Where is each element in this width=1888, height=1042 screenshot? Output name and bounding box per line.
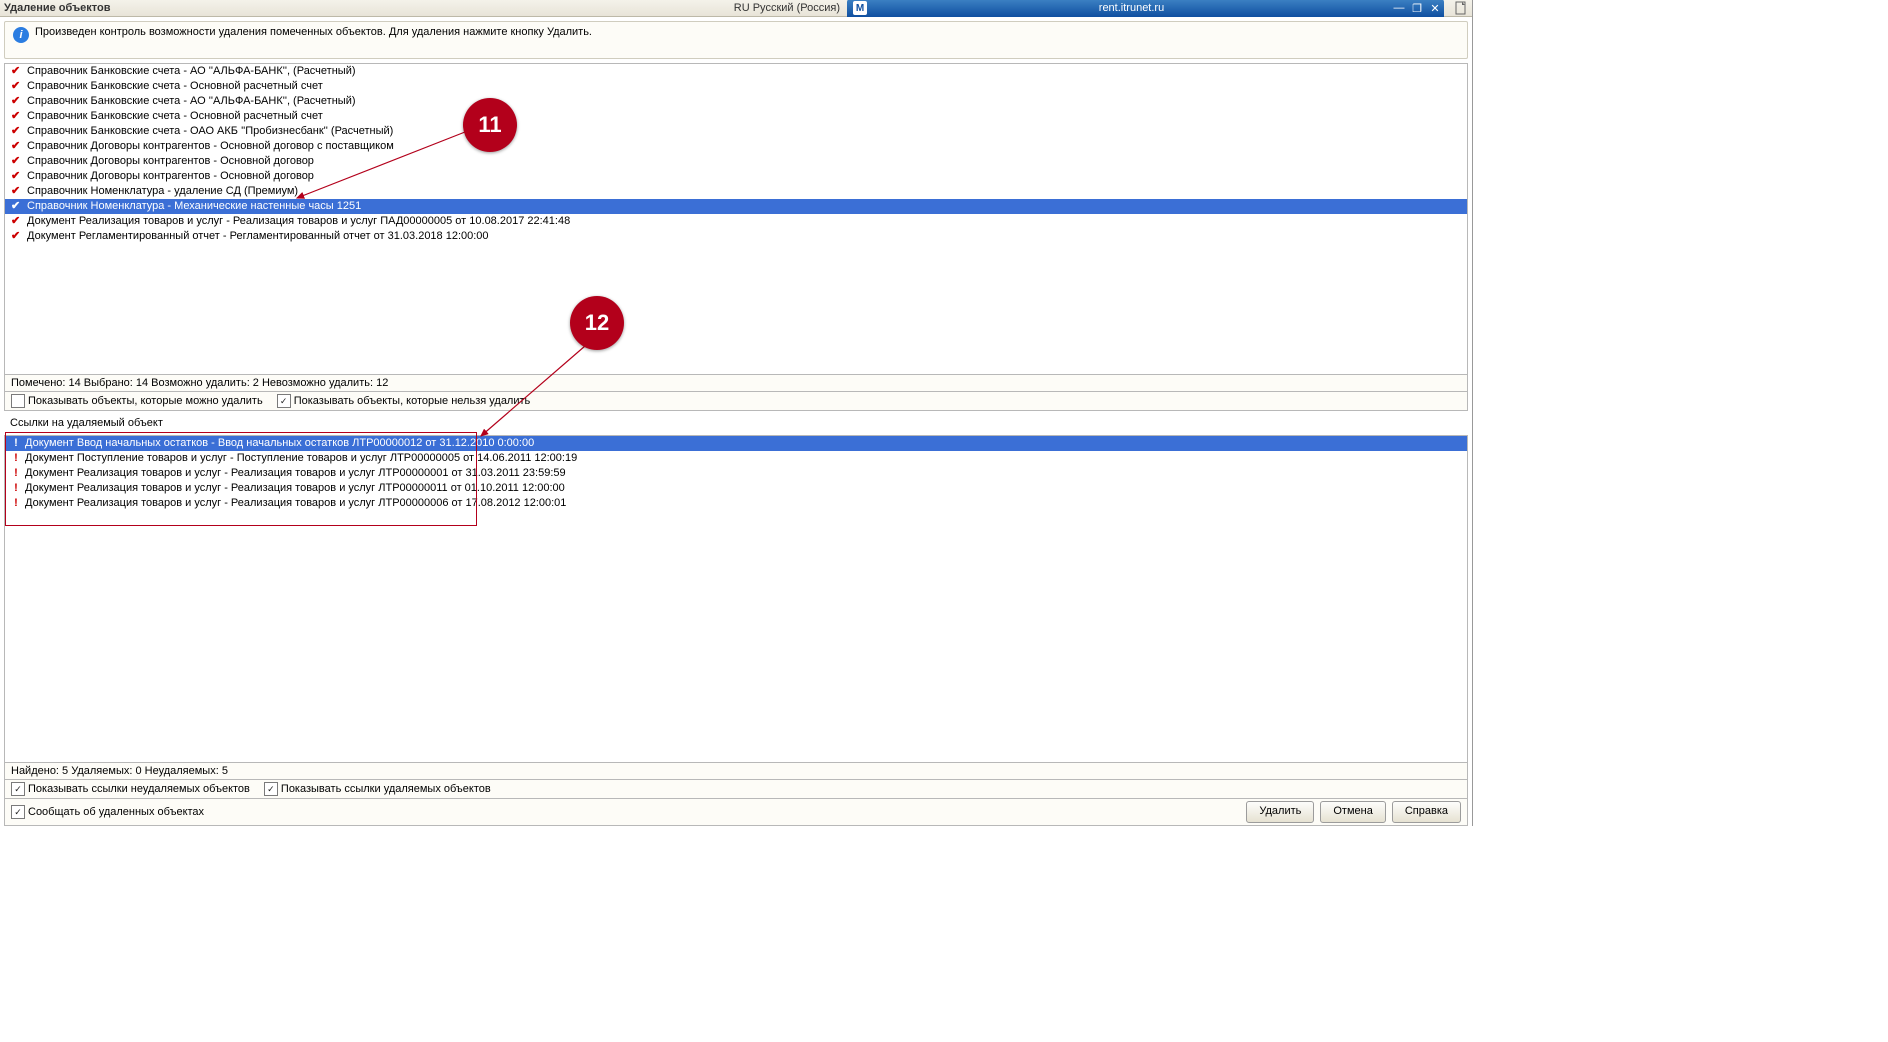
list-item-label: Справочник Номенклатура - Механические н… [27,199,361,214]
info-text: Произведен контроль возможности удаления… [35,26,592,39]
list-item-label: Документ Поступление товаров и услуг - П… [25,451,577,466]
check-icon: ✔ [11,64,23,79]
list-item-label: Справочник Банковские счета - Основной р… [27,79,323,94]
notify-deleted-label: Сообщать об удаленных объектах [28,806,204,818]
list-item[interactable]: ✔ Документ Регламентированный отчет - Рег… [5,229,1467,244]
list-item[interactable]: ✔ Справочник Банковские счета - АО ''АЛЬФ… [5,64,1467,79]
list-item[interactable]: ✔ Справочник Договоры контрагентов - Осно… [5,154,1467,169]
check-icon: ✔ [11,154,23,169]
list-item[interactable]: ✔ Справочник Банковские счета - Основной … [5,79,1467,94]
list-item-label: Справочник Банковские счета - АО ''АЛЬФА… [27,94,356,109]
list-item[interactable]: ✔ Справочник Договоры контрагентов - Осно… [5,169,1467,184]
check-icon: ✔ [11,139,23,154]
refs-list[interactable]: ! Документ Ввод начальных остатков - Ввод… [5,436,1467,762]
show-deletable-refs-checkbox[interactable]: ✓ [264,782,278,796]
close-icon[interactable]: ✕ [1426,1,1444,15]
annotation-badge-12: 12 [570,296,624,350]
list-item-label: Справочник Договоры контрагентов - Основ… [27,139,394,154]
window: М rent.itrunet.ru — ❐ ✕ Удаление объекто… [0,0,1473,826]
list-item[interactable]: ✔ Справочник Номенклатура - Механические … [5,199,1467,214]
refs-panel: ! Документ Ввод начальных остатков - Ввод… [4,435,1468,763]
objects-panel: ✔ Справочник Банковские счета - АО ''АЛЬФ… [4,63,1468,375]
show-nondeletable-checkbox[interactable]: ✓ [277,394,291,408]
list-item[interactable]: ! Документ Реализация товаров и услуг - Р… [5,481,1467,496]
warning-icon: ! [11,466,21,481]
info-icon: i [13,27,29,43]
list-item-label: Документ Реализация товаров и услуг - Ре… [27,214,570,229]
document-icon[interactable] [1454,1,1468,15]
show-deletable-refs-label: Показывать ссылки удаляемых объектов [281,783,491,795]
help-button[interactable]: Справка [1392,801,1461,823]
check-icon: ✔ [11,169,23,184]
refs-stat-line: Найдено: 5 Удаляемых: 0 Неудаляемых: 5 [4,763,1468,780]
list-item[interactable]: ! Документ Ввод начальных остатков - Ввод… [5,436,1467,451]
objects-filter-row: Показывать объекты, которые можно удалит… [4,392,1468,411]
list-item[interactable]: ✔ Справочник Банковские счета - Основной … [5,109,1467,124]
list-item-label: Документ Реализация товаров и услуг - Ре… [25,466,566,481]
window-title: Удаление объектов [4,2,111,14]
check-icon: ✔ [11,214,23,229]
check-icon: ✔ [11,109,23,124]
objects-stat-line: Помечено: 14 Выбрано: 14 Возможно удалит… [4,375,1468,392]
list-item[interactable]: ! Документ Реализация товаров и услуг - Р… [5,466,1467,481]
browser-tab: М rent.itrunet.ru — ❐ ✕ [847,0,1444,17]
show-nondeletable-refs-label: Показывать ссылки неудаляемых объектов [28,783,250,795]
list-item-label: Справочник Банковские счета - ОАО АКБ ''… [27,124,393,139]
list-item-label: Справочник Банковские счета - АО ''АЛЬФА… [27,64,356,79]
annotation-badge-11: 11 [463,98,517,152]
show-deletable-label: Показывать объекты, которые можно удалит… [28,395,263,407]
notify-row: ✓ Сообщать об удаленных объектах Удалить… [4,799,1468,826]
list-item-label: Документ Регламентированный отчет - Регл… [27,229,489,244]
refs-filter-row: ✓ Показывать ссылки неудаляемых объектов… [4,780,1468,799]
list-item-label: Документ Ввод начальных остатков - Ввод … [25,436,534,451]
check-icon: ✔ [11,94,23,109]
check-icon: ✔ [11,124,23,139]
notify-deleted-checkbox[interactable]: ✓ [11,805,25,819]
list-item[interactable]: ✔ Документ Реализация товаров и услуг - Р… [5,214,1467,229]
app-icon: М [853,1,867,15]
show-nondeletable-refs-checkbox[interactable]: ✓ [11,782,25,796]
warning-icon: ! [11,436,21,451]
list-item[interactable]: ✔ Справочник Банковские счета - АО ''АЛЬФ… [5,94,1467,109]
tab-url: rent.itrunet.ru [873,2,1390,14]
info-bar: i Произведен контроль возможности удален… [4,21,1468,59]
list-item[interactable]: ✔ Справочник Номенклатура - удаление СД (… [5,184,1467,199]
list-item-label: Документ Реализация товаров и услуг - Ре… [25,496,566,511]
list-item[interactable]: ! Документ Поступление товаров и услуг - … [5,451,1467,466]
list-item-label: Документ Реализация товаров и услуг - Ре… [25,481,565,496]
list-item-label: Справочник Номенклатура - удаление СД (П… [27,184,298,199]
objects-list[interactable]: ✔ Справочник Банковские счета - АО ''АЛЬФ… [5,64,1467,374]
list-item[interactable]: ! Документ Реализация товаров и услуг - Р… [5,496,1467,511]
check-icon: ✔ [11,79,23,94]
list-item[interactable]: ✔ Справочник Банковские счета - ОАО АКБ '… [5,124,1467,139]
warning-icon: ! [11,451,21,466]
check-icon: ✔ [11,184,23,199]
list-item-label: Справочник Договоры контрагентов - Основ… [27,154,314,169]
list-item-label: Справочник Договоры контрагентов - Основ… [27,169,314,184]
restore-icon[interactable]: ❐ [1408,1,1426,15]
list-item[interactable]: ✔ Справочник Договоры контрагентов - Осно… [5,139,1467,154]
warning-icon: ! [11,496,21,511]
show-nondeletable-label: Показывать объекты, которые нельзя удали… [294,395,531,407]
list-item-label: Справочник Банковские счета - Основной р… [27,109,323,124]
delete-button[interactable]: Удалить [1246,801,1314,823]
warning-icon: ! [11,481,21,496]
language-indicator: RU Русский (Россия) [734,0,840,16]
check-icon: ✔ [11,229,23,244]
check-icon: ✔ [11,199,23,214]
cancel-button[interactable]: Отмена [1320,801,1385,823]
minimize-icon[interactable]: — [1390,1,1408,15]
show-deletable-checkbox[interactable] [11,394,25,408]
refs-section-title: Ссылки на удаляемый объект [4,411,1468,431]
